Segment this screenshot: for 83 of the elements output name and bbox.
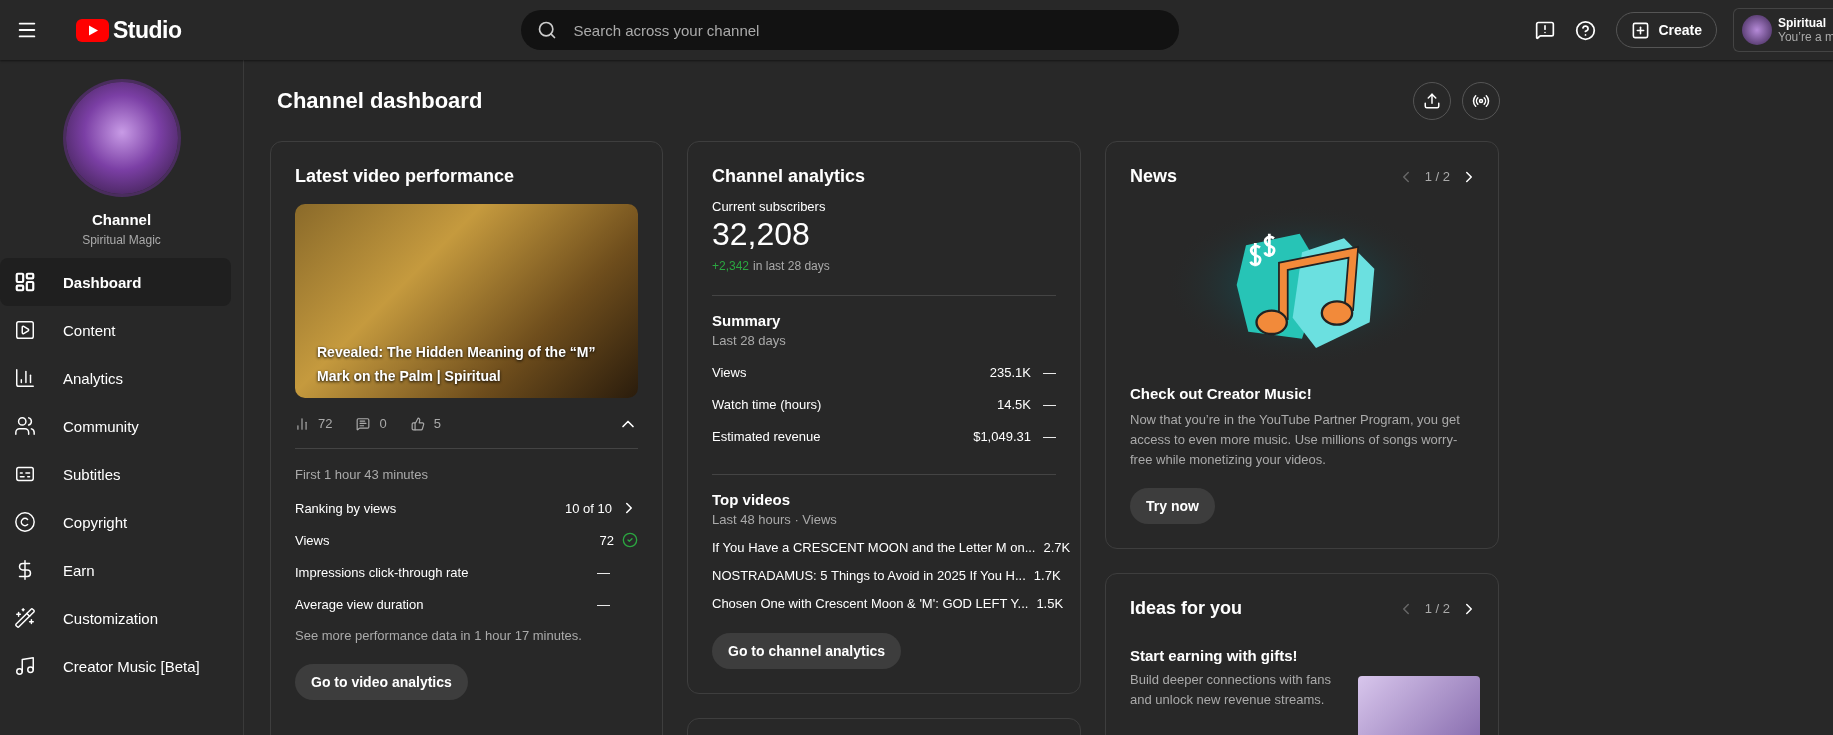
video-title: Revealed: The Hidden Meaning of the “M” Mark on the Palm | Spiritual — [317, 343, 597, 386]
metric-label: Average view duration — [295, 596, 425, 612]
page-counter: 1 / 2 — [1424, 601, 1450, 616]
section-period: Last 48 hours · Views — [712, 512, 838, 527]
trend-text: — — [1043, 428, 1056, 444]
upload-icon — [1423, 91, 1441, 110]
sidebar-item[interactable]: Creator Music [Beta] — [0, 642, 231, 690]
section-title: Top videos — [712, 491, 792, 508]
likes-icon — [410, 416, 425, 431]
trend-text: — — [1043, 364, 1056, 380]
sidebar-item[interactable]: Earn — [0, 546, 231, 594]
trend-text: — — [1043, 396, 1056, 412]
summary-label: Watch time (hours) — [712, 396, 823, 412]
account-name: Spiritual — [1778, 16, 1827, 30]
sidebar-item[interactable]: Copyright — [0, 498, 231, 546]
logo-icon — [76, 18, 109, 42]
search-icon — [537, 20, 558, 40]
views-count: 72 — [318, 416, 333, 431]
summary-value: 235.1K — [989, 364, 1031, 380]
subscriber-count: 32,208 — [712, 216, 811, 253]
card-title: Channel analytics — [712, 166, 867, 187]
idea-text: Build deeper connections with fans and unlock new revenue streams. — [1130, 671, 1332, 709]
views-icon — [295, 416, 309, 431]
video-thumbnail[interactable]: Revealed: The Hidden Meaning of the “M” Mark on the Palm | Spiritual — [295, 204, 638, 398]
comments-icon — [356, 416, 371, 431]
channel-label: Channel — [90, 211, 153, 228]
subscriber-change: +2,342 — [712, 259, 750, 273]
metric-label: Views — [295, 532, 331, 548]
note-text: See more performance data in 1 hour 17 minutes. — [295, 628, 583, 643]
nav-icon — [14, 271, 36, 293]
channel-analytics-button[interactable]: Go to channel analytics — [712, 633, 902, 669]
nav-icon — [14, 415, 36, 437]
video-analytics-button[interactable]: Go to video analytics — [295, 664, 468, 700]
top-video-title[interactable]: Chosen One with Crescent Moon & 'M': GOD LEFT Y... — [712, 595, 1029, 611]
nav-icon — [14, 367, 36, 389]
card-title: Latest video performance — [295, 166, 516, 187]
metric-value: 72 — [599, 532, 614, 548]
sidebar-item[interactable]: Customization — [0, 594, 231, 642]
subscribers-label: Current subscribers — [712, 199, 827, 214]
page-title: Channel dashboard — [277, 87, 484, 114]
news-headline: Check out Creator Music! — [1130, 385, 1313, 402]
top-video-views: 2.7K — [1043, 539, 1071, 555]
logo-text: Studio — [113, 16, 182, 44]
metric-value: — — [597, 596, 610, 612]
metric-value: — — [597, 564, 610, 580]
section-period: Last 28 days — [712, 333, 787, 348]
top-video-title[interactable]: If You Have a CRESCENT MOON and the Letter M on... — [712, 539, 1036, 555]
nav-icon — [14, 607, 36, 629]
summary-value: $1,049.31 — [973, 428, 1031, 444]
nav-icon — [14, 511, 36, 533]
help-icon[interactable] — [1575, 19, 1597, 41]
account-avatar — [1742, 15, 1772, 45]
summary-label: Estimated revenue — [712, 428, 822, 444]
sidebar-item[interactable]: Dashboard — [0, 258, 231, 306]
summary-value: 14.5K — [997, 396, 1031, 412]
top-video-views: 1.7K — [1033, 567, 1061, 583]
change-period: in last 28 days — [753, 259, 830, 273]
card-title: News — [1130, 166, 1179, 187]
sidebar-item[interactable]: Community — [0, 402, 231, 450]
page-counter: 1 / 2 — [1424, 169, 1450, 184]
feedback-icon[interactable] — [1535, 20, 1556, 40]
section-title: Summary — [712, 312, 782, 329]
sidebar-item[interactable]: Content — [0, 306, 231, 354]
card-title: Ideas for you — [1130, 598, 1244, 619]
channel-name: Spiritual Magic — [81, 233, 162, 247]
top-video-title[interactable]: NOSTRADAMUS: 5 Things to Avoid in 2025 If You H... — [712, 567, 1026, 583]
likes-count: 5 — [433, 416, 441, 431]
metric-value: 10 of 10 — [565, 500, 612, 516]
nav-icon — [14, 655, 36, 677]
check-icon — [622, 532, 638, 548]
idea-headline: Start earning with gifts! — [1130, 647, 1299, 664]
period-text: First 1 hour 43 minutes — [295, 467, 429, 482]
metric-label: Ranking by views — [295, 500, 398, 516]
try-now-button[interactable]: Try now — [1130, 488, 1215, 524]
comments-count: 0 — [379, 416, 387, 431]
plus-icon — [1631, 20, 1651, 40]
sidebar-item[interactable]: Analytics — [0, 354, 231, 402]
summary-label: Views — [712, 364, 748, 380]
news-text: Now that you’re in the YouTube Partner Program, you get access to even more music. Use millions of songs worry-free while monetizing your videos. — [1130, 411, 1461, 469]
sidebar-item[interactable]: Subtitles — [0, 450, 231, 498]
metric-label: Impressions click-through rate — [295, 564, 470, 580]
top-video-views: 1.5K — [1036, 595, 1064, 611]
nav-icon — [14, 319, 36, 341]
